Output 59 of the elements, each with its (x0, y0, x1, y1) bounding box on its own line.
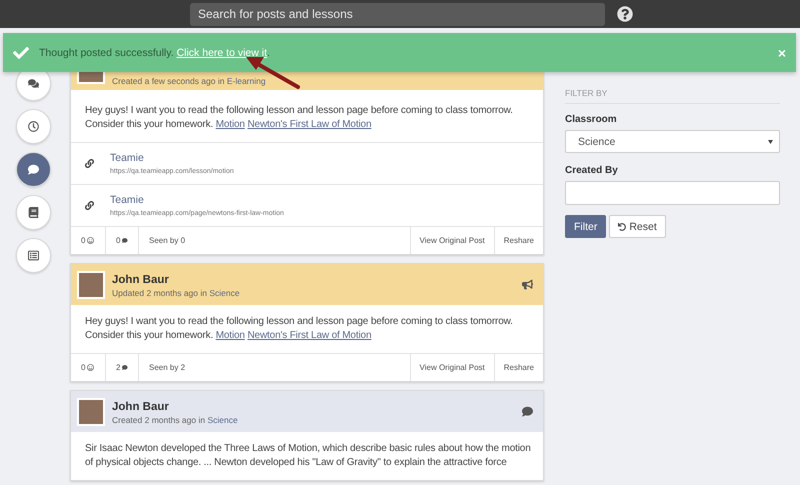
lesson-link[interactable]: Newton's First Law of Motion (247, 119, 372, 130)
chat-bubbles-icon (28, 78, 39, 89)
speech-bubble-icon (28, 164, 39, 175)
post-text: Hey guys! I want you to read the following lesson and lesson page before coming to class tomorrow. Consider this your homework. Motion Newton's First Law of Motion (84, 104, 514, 132)
smiley-icon (87, 237, 94, 244)
sidebar-item[interactable] (16, 195, 51, 230)
post-meta: Created 2 months ago in Science (112, 415, 239, 425)
smiley-icon (87, 364, 94, 371)
created-by-label: Created By (565, 165, 619, 176)
sidebar-item[interactable] (16, 238, 51, 273)
sidebar-item[interactable] (16, 152, 51, 187)
sidebar-item[interactable] (16, 109, 51, 144)
author-name: John Baur (112, 401, 170, 413)
avatar-placeholder (77, 270, 105, 298)
link-icon (85, 159, 94, 168)
classroom-link[interactable]: Science (209, 288, 240, 298)
classroom-label: Classroom (565, 114, 618, 125)
classroom-select[interactable]: Science (565, 130, 780, 153)
lesson-link[interactable]: Motion (216, 330, 245, 341)
author-name: John Baur (112, 274, 170, 286)
reshare-button[interactable]: Reshare (494, 354, 543, 381)
comment-count[interactable]: 0 (106, 227, 139, 254)
undo-icon (618, 222, 626, 230)
speech-bubble-icon (522, 406, 533, 417)
attachment-title[interactable]: Teamie (110, 194, 284, 206)
comment-count[interactable]: 2 (106, 354, 139, 381)
reaction-count[interactable]: 0 (71, 227, 106, 254)
toast-message: Thought posted successfully. Click here to view it. (39, 46, 271, 58)
reaction-count[interactable]: 0 (71, 354, 106, 381)
lesson-link[interactable]: Newton's First Law of Motion (247, 330, 372, 341)
link-icon (85, 201, 94, 210)
created-by-field[interactable] (565, 181, 780, 205)
classroom-link[interactable]: E-learning (226, 76, 266, 86)
reshare-button[interactable]: Reshare (494, 227, 543, 254)
seen-count: Seen by 2 (149, 363, 186, 372)
view-original-post-button[interactable]: View Original Post (410, 354, 494, 381)
check-icon (13, 44, 29, 60)
help-icon[interactable] (617, 6, 633, 22)
post-meta: Created a few seconds ago in E-learning (112, 76, 267, 86)
clock-icon (28, 121, 39, 132)
lesson-link[interactable]: Motion (216, 119, 245, 130)
avatar-placeholder (77, 398, 105, 426)
classroom-link[interactable]: Science (207, 415, 238, 425)
megaphone-icon (522, 279, 533, 290)
seen-count: Seen by 0 (149, 236, 186, 245)
filter-button[interactable]: Filter (565, 215, 606, 238)
post-text: Hey guys! I want you to read the following lesson and lesson page before coming to class tomorrow. Consider this your homework. Motion Newton's First Law of Motion (84, 315, 514, 343)
speech-bubble-icon (122, 237, 128, 244)
caret-icon (768, 140, 773, 144)
filter-heading: FILTER BY (565, 88, 780, 104)
post-text: Sir Isaac Newton developed the Three Laws of Motion, which describe basic rules about how the motion of physical objects change. ... Newton developed his "Law of Gravity" to explain the attractive force (84, 442, 532, 470)
book-icon (28, 207, 39, 218)
attachment-title[interactable]: Teamie (110, 152, 234, 164)
search-field[interactable]: Search for posts and lessons (190, 2, 605, 26)
post-meta: Updated 2 months ago in Science (112, 288, 241, 298)
list-icon (28, 250, 39, 261)
speech-bubble-icon (122, 364, 128, 371)
reset-button[interactable]: Reset (609, 215, 666, 238)
view-original-post-button[interactable]: View Original Post (410, 227, 494, 254)
